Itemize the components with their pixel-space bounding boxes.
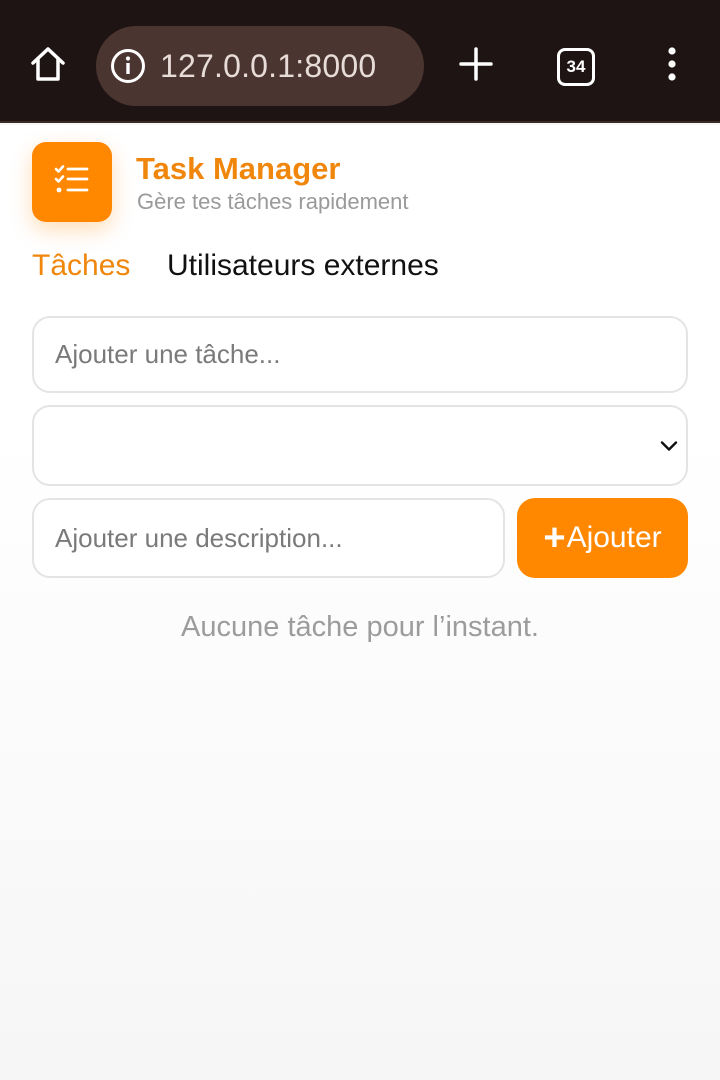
app-logo (32, 142, 112, 222)
info-icon[interactable] (110, 48, 146, 84)
chevron-down-icon (658, 435, 680, 457)
checklist-icon (54, 164, 90, 201)
url-text: 127.0.0.1:8000 (160, 47, 377, 84)
task-user-select[interactable] (32, 405, 688, 486)
task-description-input[interactable] (32, 498, 505, 578)
browser-menu-button[interactable] (656, 44, 688, 88)
kebab-menu-icon (666, 46, 678, 87)
tab-count: 34 (566, 57, 586, 76)
app-page: Task Manager Gère tes tâches rapidement … (0, 125, 720, 1080)
task-title-input[interactable] (32, 316, 688, 393)
plus-icon (458, 46, 494, 87)
address-bar[interactable]: 127.0.0.1:8000 (96, 26, 424, 106)
empty-state-message: Aucune tâche pour l’instant. (181, 611, 539, 643)
browser-toolbar: 127.0.0.1:8000 34 (0, 0, 720, 123)
app-title: Task Manager (136, 151, 341, 186)
home-button[interactable] (24, 42, 72, 90)
tab-tasks[interactable]: Tâches (32, 249, 130, 283)
new-tab-button[interactable] (454, 44, 498, 88)
plus-icon: + (543, 517, 566, 559)
add-task-button[interactable]: + Ajouter (517, 498, 688, 578)
home-icon (28, 44, 68, 89)
app-subtitle: Gère tes tâches rapidement (137, 189, 409, 214)
tab-switcher-button[interactable]: 34 (557, 48, 595, 86)
add-button-label: Ajouter (566, 521, 662, 554)
tab-external-users[interactable]: Utilisateurs externes (167, 249, 439, 283)
